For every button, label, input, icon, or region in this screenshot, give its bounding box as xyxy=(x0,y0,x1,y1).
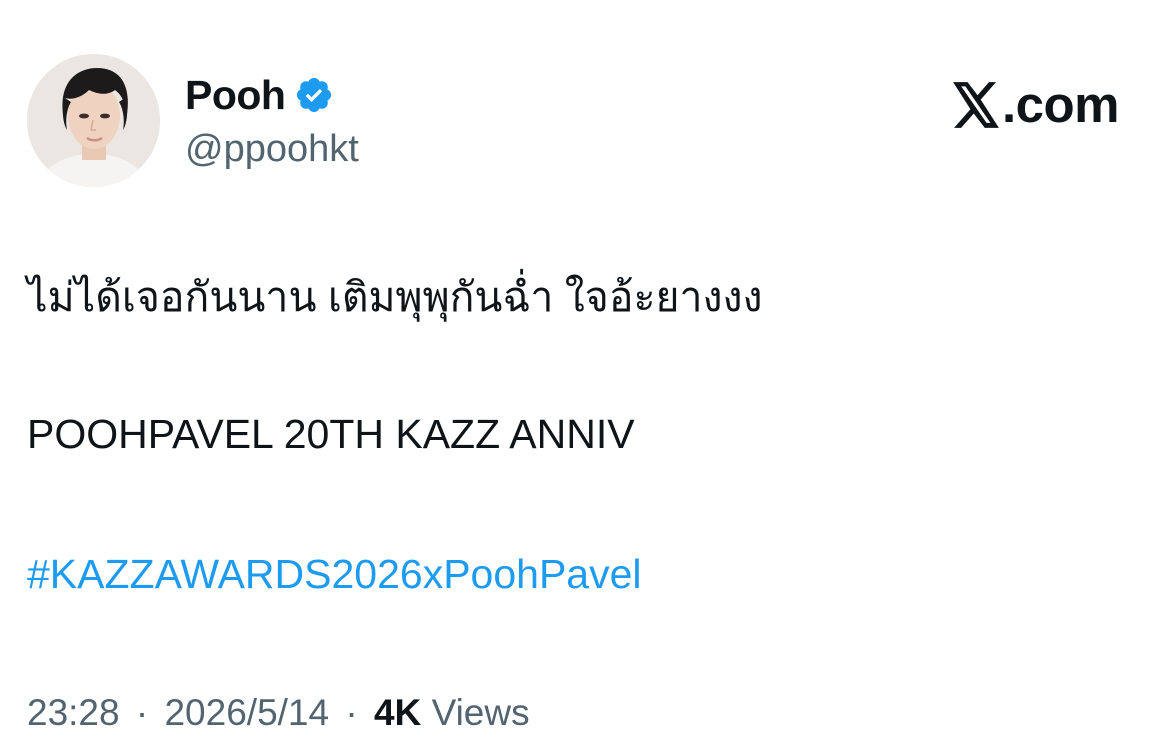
tweet-text-line: ไม่ได้เจอกันนาน เติมพุพุกันฉ่ำ ใจอ้ะยางง… xyxy=(27,274,763,320)
tweet-time[interactable]: 23:28 xyxy=(27,692,120,733)
tweet-text-line: POOHPAVEL 20TH KAZZ ANNIV xyxy=(27,411,635,457)
author-handle[interactable]: @ppoohkt xyxy=(185,124,359,174)
tweet-meta: 23:28 · 2026/5/14 · 4K Views xyxy=(27,688,530,738)
avatar[interactable] xyxy=(27,54,160,187)
views-label: Views xyxy=(431,692,530,733)
author-name-row: Pooh xyxy=(185,68,334,122)
brand-watermark: .com xyxy=(951,76,1120,134)
tweet-date[interactable]: 2026/5/14 xyxy=(164,692,329,733)
hashtag-link[interactable]: #KAZZAWARDS2026xPoohPavel xyxy=(27,547,642,601)
separator: · xyxy=(135,692,149,733)
brand-text: .com xyxy=(1001,76,1120,133)
profile-photo xyxy=(27,54,160,187)
views-count[interactable]: 4K xyxy=(374,692,421,733)
display-name[interactable]: Pooh xyxy=(185,68,286,122)
verified-badge-icon xyxy=(294,75,334,115)
separator: · xyxy=(345,692,358,733)
x-logo-icon xyxy=(951,82,1001,128)
